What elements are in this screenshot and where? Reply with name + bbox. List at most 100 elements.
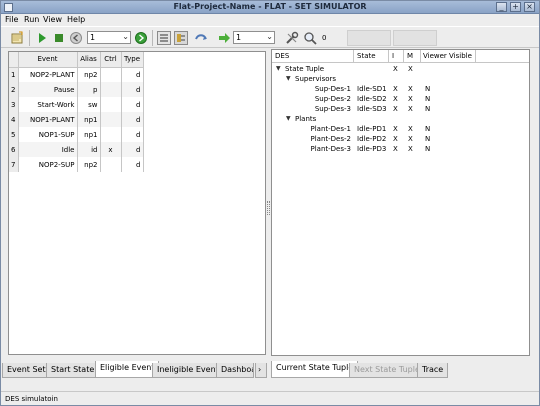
event-cell: Pause xyxy=(18,82,78,97)
tree-view-icon[interactable] xyxy=(174,31,188,45)
column-header-state[interactable]: State xyxy=(357,52,376,60)
ctrl-cell: x xyxy=(100,142,122,157)
tree-item-row[interactable]: Sup-Des-1 Idle-SD1 X X N xyxy=(272,85,529,95)
title-bar[interactable]: Flat-Project-Name - FLAT - SET SIMULATOR… xyxy=(1,1,539,14)
row-number: 5 xyxy=(9,127,19,142)
table-row[interactable]: 4 NOP1-PLANT np1 d xyxy=(9,112,144,127)
tab-event-set[interactable]: Event Set xyxy=(2,363,51,378)
column-divider xyxy=(475,50,476,63)
forward-icon[interactable] xyxy=(134,31,148,45)
step-forward-icon[interactable] xyxy=(217,31,231,45)
history-icon[interactable] xyxy=(194,31,208,45)
state-cell: Idle-SD1 xyxy=(357,85,387,93)
close-button[interactable]: × xyxy=(524,2,535,12)
tree-item-row[interactable]: Sup-Des-3 Idle-SD3 X X N xyxy=(272,105,529,115)
tab-eligible-event[interactable]: Eligible Event xyxy=(95,361,160,378)
tree-root-label: State Tuple xyxy=(285,65,325,73)
row-number-header xyxy=(9,52,19,68)
run-icon[interactable] xyxy=(35,31,49,45)
marked-flag: X xyxy=(408,65,413,73)
tab-start-state[interactable]: Start State xyxy=(46,363,100,378)
type-cell: d xyxy=(121,82,144,97)
tab-scroll-button[interactable]: › xyxy=(255,363,267,378)
chevron-right-icon: › xyxy=(258,365,262,374)
column-divider xyxy=(388,50,389,63)
table-row[interactable]: 6 Idle id x d xyxy=(9,142,144,157)
state-cell: Idle-PD1 xyxy=(357,125,387,133)
tab-dashboard[interactable]: Dashboa xyxy=(216,363,254,378)
row-number: 4 xyxy=(9,112,19,127)
search-icon[interactable] xyxy=(303,31,317,45)
tree-group-row[interactable]: ▼ Supervisors xyxy=(272,75,529,85)
type-cell: d xyxy=(121,157,144,172)
menu-help[interactable]: Help xyxy=(67,15,85,24)
row-number: 2 xyxy=(9,82,19,97)
step-forward-value: 1 xyxy=(236,33,242,42)
column-divider xyxy=(403,50,404,63)
event-table-panel: Event Alias Ctrl Type 1 NOP2-PLANT np2 d 2 Pa… xyxy=(8,51,266,355)
table-row[interactable]: 5 NOP1-SUP np1 d xyxy=(9,127,144,142)
maximize-button[interactable]: + xyxy=(510,2,521,12)
step-back-value: 1 xyxy=(90,33,96,42)
toolbar-separator xyxy=(152,30,153,46)
des-tree-panel: DES State I M Viewer Visible ▼ State Tupl… xyxy=(271,49,530,356)
alias-cell: np1 xyxy=(77,127,101,142)
ctrl-cell xyxy=(100,112,122,127)
column-header-i[interactable]: I xyxy=(392,52,394,60)
column-header-m[interactable]: M xyxy=(407,52,413,60)
tree-item-row[interactable]: Plant-Des-2 Idle-PD2 X X N xyxy=(272,135,529,145)
toolbar: 1 ⌄ 1 ⌄ 0 xyxy=(1,26,539,48)
stop-icon[interactable] xyxy=(52,31,66,45)
list-view-icon[interactable] xyxy=(157,31,171,45)
column-header-alias[interactable]: Alias xyxy=(77,52,101,68)
expand-triangle-icon[interactable]: ▼ xyxy=(286,75,291,82)
column-header-des[interactable]: DES xyxy=(275,52,289,60)
column-header-ctrl[interactable]: Ctrl xyxy=(100,52,122,68)
initial-flag: X xyxy=(393,65,398,73)
des-name-cell: Plant-Des-1 xyxy=(310,125,352,133)
table-row[interactable]: 7 NOP2-SUP np2 d xyxy=(9,157,144,172)
tab-current-state-tuple[interactable]: Current State Tuple xyxy=(271,361,359,378)
minimize-button[interactable]: _ xyxy=(496,2,507,12)
status-text: DES simulatoin xyxy=(5,395,58,403)
tab-ineligible-event[interactable]: Ineligible Event xyxy=(152,363,224,378)
tree-item-row[interactable]: Plant-Des-3 Idle-PD3 X X N xyxy=(272,145,529,155)
step-back-combo[interactable]: 1 ⌄ xyxy=(87,31,131,44)
column-header-event[interactable]: Event xyxy=(18,52,78,68)
table-row[interactable]: 1 NOP2-PLANT np2 d xyxy=(9,67,144,82)
row-number: 1 xyxy=(9,67,19,82)
tree-group-row[interactable]: ▼ Plants xyxy=(272,115,529,125)
des-name-cell: Plant-Des-3 xyxy=(310,145,352,153)
tree-item-row[interactable]: Sup-Des-2 Idle-SD2 X X N xyxy=(272,95,529,105)
ctrl-cell xyxy=(100,127,122,142)
splitter-handle[interactable] xyxy=(267,201,270,215)
menu-view[interactable]: View xyxy=(43,15,62,24)
column-header-type[interactable]: Type xyxy=(121,52,144,68)
menu-run[interactable]: Run xyxy=(24,15,39,24)
back-icon[interactable] xyxy=(69,31,83,45)
viewer-visible-cell: N xyxy=(425,85,431,93)
tab-next-state-tuple[interactable]: Next State Tuple xyxy=(349,363,425,378)
table-row[interactable]: 2 Pause p d xyxy=(9,82,144,97)
app-window: Flat-Project-Name - FLAT - SET SIMULATOR… xyxy=(0,0,540,406)
expand-triangle-icon[interactable]: ▼ xyxy=(286,115,291,122)
ctrl-cell xyxy=(100,67,122,82)
menu-file[interactable]: File xyxy=(5,15,18,24)
tab-trace[interactable]: Trace xyxy=(417,363,449,378)
open-project-icon[interactable] xyxy=(10,31,24,45)
tree-root-row[interactable]: ▼ State Tuple X X xyxy=(272,65,529,75)
type-cell: d xyxy=(121,142,144,157)
tree-item-row[interactable]: Plant-Des-1 Idle-PD1 X X N xyxy=(272,125,529,135)
step-forward-combo[interactable]: 1 ⌄ xyxy=(233,31,275,44)
des-name-cell: Sup-Des-1 xyxy=(314,85,351,93)
tree-group-label: Plants xyxy=(295,115,317,123)
row-number: 3 xyxy=(9,97,19,112)
event-cell: NOP1-PLANT xyxy=(18,112,78,127)
tools-icon[interactable] xyxy=(285,31,299,45)
toolbar-field xyxy=(347,30,391,46)
des-name-cell: Plant-Des-2 xyxy=(310,135,352,143)
table-row[interactable]: 3 Start-Work sw d xyxy=(9,97,144,112)
expand-triangle-icon[interactable]: ▼ xyxy=(276,65,281,72)
column-header-viewer-visible[interactable]: Viewer Visible xyxy=(423,52,472,60)
des-table-header: DES State I M Viewer Visible xyxy=(272,50,529,63)
